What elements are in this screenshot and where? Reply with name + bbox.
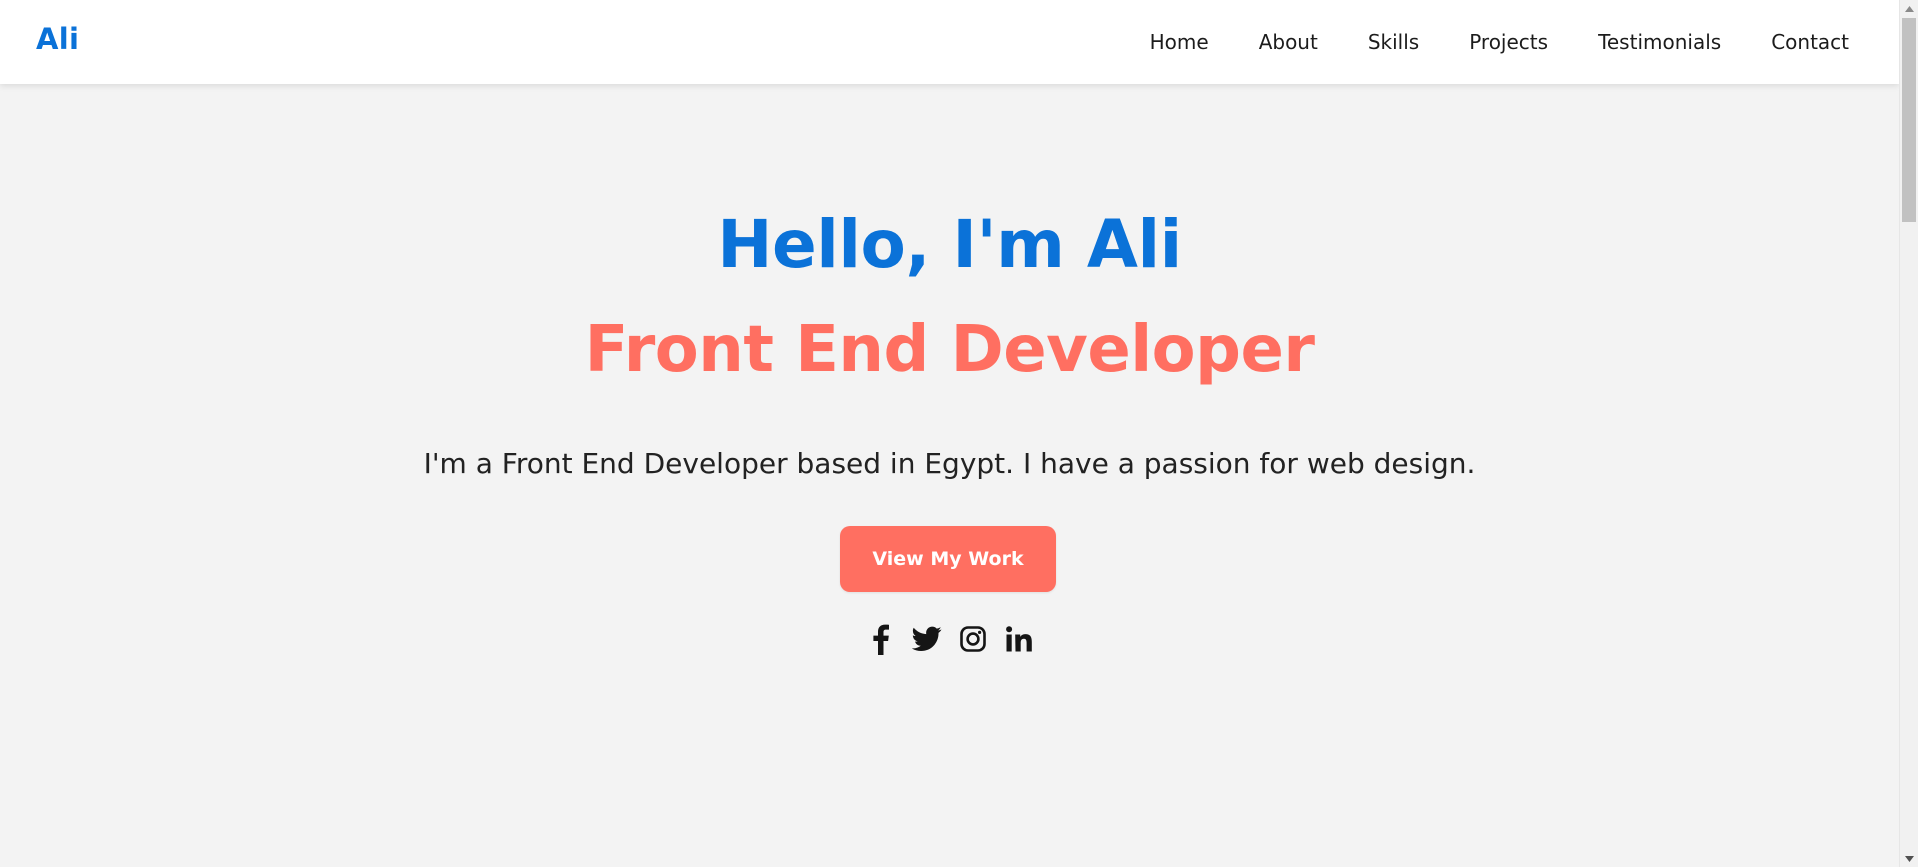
view-my-work-button[interactable]: View My Work [840,526,1056,592]
nav-item-home: Home [1150,30,1209,54]
nav-item-about: About [1259,30,1318,54]
scroll-down-icon[interactable] [1900,850,1918,867]
page-scrollbar[interactable] [1899,0,1918,867]
scroll-up-icon[interactable] [1900,0,1918,17]
twitter-icon [912,626,942,651]
facebook-icon [873,624,889,655]
facebook-link[interactable] [866,622,896,656]
linkedin-link[interactable] [1004,622,1034,656]
hero-description: I'm a Front End Developer based in Egypt… [423,447,1476,480]
linkedin-icon [1006,626,1032,652]
nav-item-testimonials: Testimonials [1598,30,1721,54]
nav-link-home[interactable]: Home [1150,30,1209,54]
nav-item-skills: Skills [1368,30,1419,54]
nav-item-projects: Projects [1469,30,1548,54]
nav-links: Home About Skills Projects Testimonials … [1150,0,1849,84]
hero-section: Hello, I'm Ali Front End Developer I'm a… [0,84,1899,867]
hero-subtitle: Front End Developer [584,313,1315,387]
hero-title: Hello, I'm Ali [717,206,1182,283]
social-links [866,622,1034,656]
nav-link-about[interactable]: About [1259,30,1318,54]
nav-link-contact[interactable]: Contact [1771,30,1849,54]
twitter-link[interactable] [912,622,942,656]
brand-logo[interactable]: Ali [36,22,79,56]
nav-item-contact: Contact [1771,30,1849,54]
page: Ali Home About Skills Projects Testimoni… [0,0,1899,867]
nav-link-testimonials[interactable]: Testimonials [1598,30,1721,54]
instagram-icon [960,626,986,652]
navbar: Ali Home About Skills Projects Testimoni… [0,0,1899,84]
instagram-link[interactable] [958,622,988,656]
scroll-thumb[interactable] [1902,18,1916,222]
nav-link-projects[interactable]: Projects [1469,30,1548,54]
nav-link-skills[interactable]: Skills [1368,30,1419,54]
